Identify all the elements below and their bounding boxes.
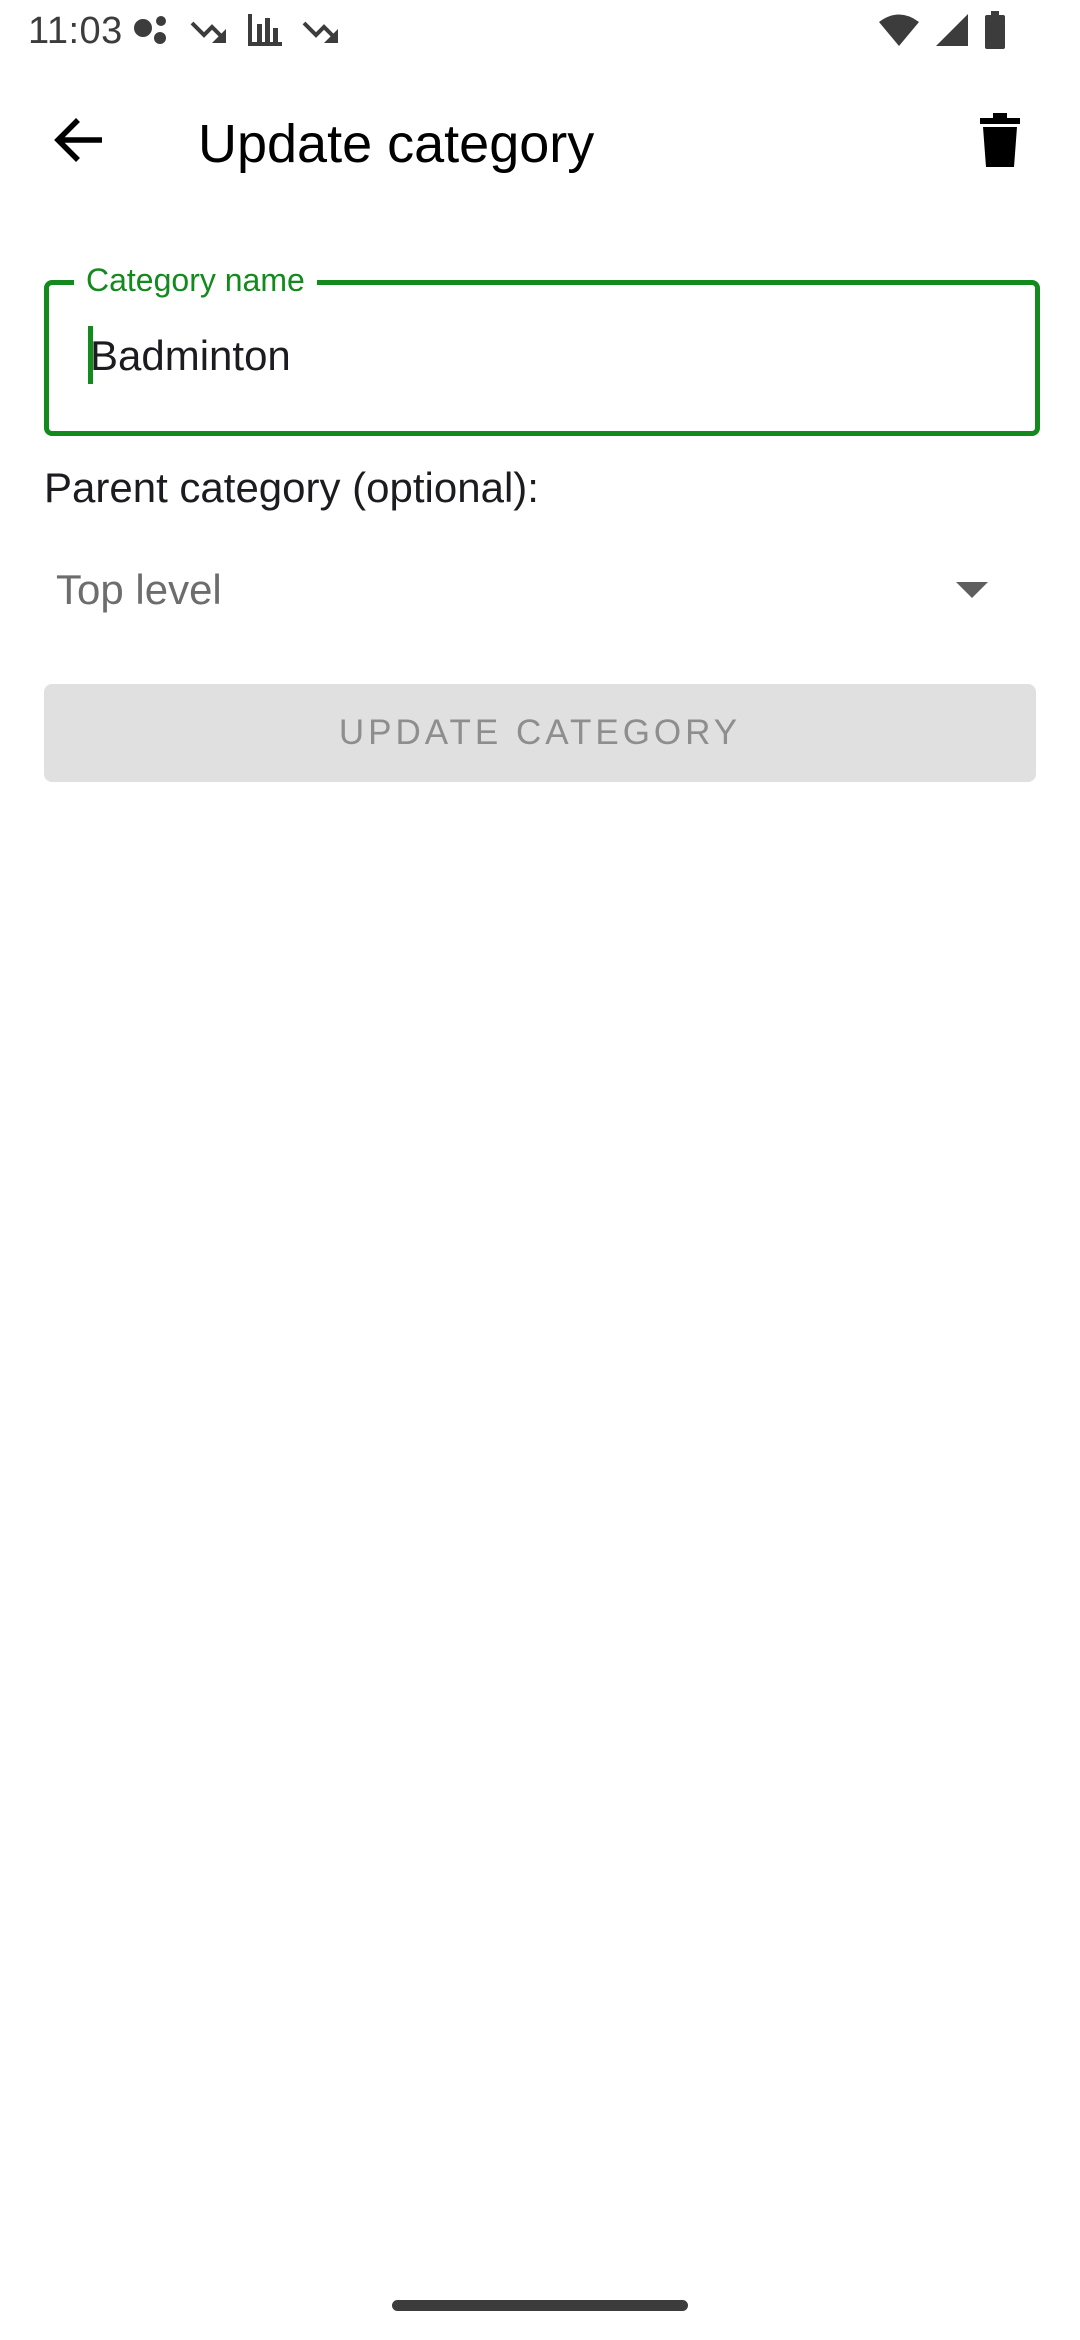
category-name-label: Category name bbox=[74, 262, 317, 298]
status-time: 11:03 bbox=[28, 10, 123, 52]
trend-down-icon bbox=[190, 15, 228, 49]
category-name-input[interactable] bbox=[90, 320, 990, 392]
status-notification-icons bbox=[132, 14, 340, 50]
bar-chart-icon bbox=[246, 12, 284, 52]
parent-category-dropdown[interactable]: Top level bbox=[44, 548, 1036, 634]
back-button[interactable] bbox=[42, 106, 114, 178]
gesture-navigation-bar[interactable] bbox=[392, 2300, 688, 2311]
trash-icon bbox=[980, 113, 1020, 171]
app-bar: Update category bbox=[0, 84, 1080, 204]
battery-icon bbox=[984, 11, 1006, 53]
parent-category-label: Parent category (optional): bbox=[44, 464, 539, 511]
assistant-dots-icon bbox=[132, 12, 172, 52]
text-cursor bbox=[88, 326, 93, 384]
arrow-back-icon bbox=[52, 117, 104, 167]
page-title: Update category bbox=[198, 114, 595, 174]
update-category-screen: 11:03 Update category Category name Badm… bbox=[0, 0, 1080, 2340]
cellular-signal-icon bbox=[934, 12, 970, 52]
wifi-icon bbox=[878, 13, 920, 51]
delete-button[interactable] bbox=[964, 106, 1036, 178]
parent-category-selected: Top level bbox=[56, 566, 222, 613]
dropdown-arrow-icon bbox=[956, 582, 988, 602]
status-bar: 11:03 bbox=[0, 0, 1080, 66]
trend-down-icon bbox=[302, 15, 340, 49]
status-system-icons bbox=[878, 11, 1006, 53]
update-category-button[interactable]: UPDATE CATEGORY bbox=[44, 684, 1036, 782]
category-name-field: Category name bbox=[44, 262, 1040, 436]
